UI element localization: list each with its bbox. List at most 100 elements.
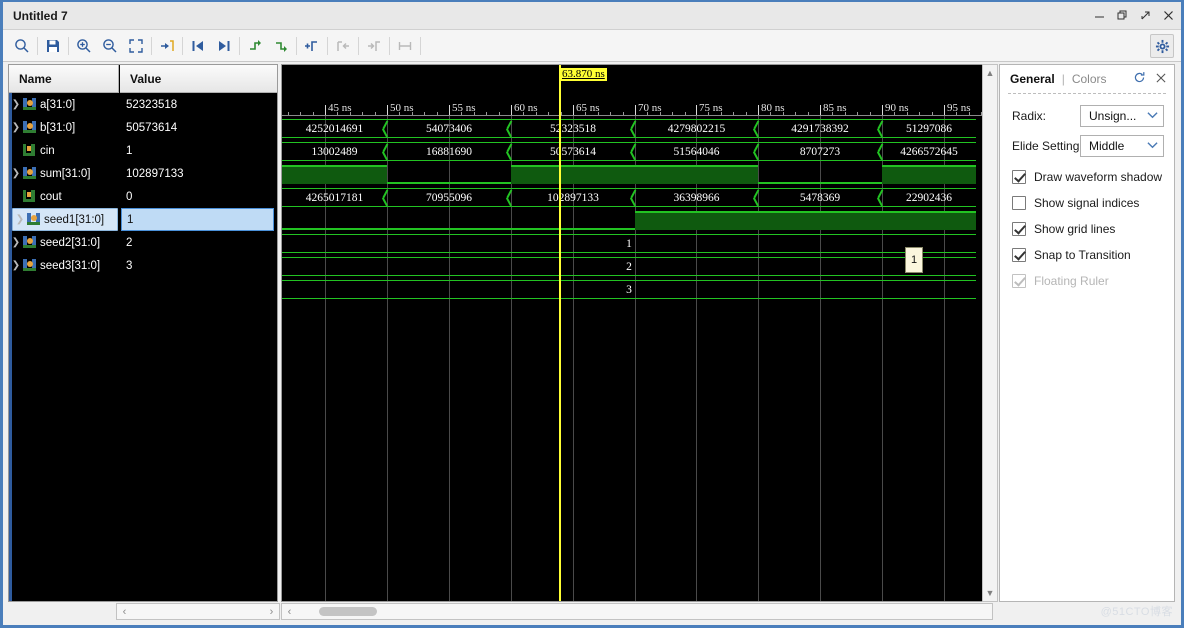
signal-row-b310[interactable]: ❯ b[31:0] 50573614 [9,116,277,139]
waveform-lane[interactable]: 13002489 16881690 50573614 51564046 8707273 4… [282,140,992,163]
gear-icon[interactable] [1150,34,1174,58]
waveform-lane[interactable]: 4252014691 54073406 52323518 4279802215 4291… [282,117,992,140]
search-icon[interactable] [9,34,35,58]
signal-row-seed2310[interactable]: ❯ seed2[31:0] 2 [9,231,277,254]
waveform-canvas[interactable]: 45 ns 50 ns 55 ns 60 ns 65 ns 70 ns 75 ns 80 ns… [282,65,992,601]
add-divider-icon[interactable] [299,34,325,58]
checkbox-draw-waveform-shadow[interactable]: Draw waveform shadow [1012,170,1162,184]
waveform-panel[interactable]: 45 ns 50 ns 55 ns 60 ns 65 ns 70 ns 75 ns 80 ns… [281,64,993,602]
zoom-in-icon[interactable] [71,34,97,58]
expand-chevron-icon[interactable]: ❯ [9,260,23,271]
waveform-scroll-left-arrow[interactable]: ‹ [282,604,297,619]
add-marker-icon[interactable] [242,34,268,58]
restore-icon[interactable] [1115,7,1129,23]
tab-colors[interactable]: Colors [1072,72,1107,86]
names-horizontal-scrollbar[interactable]: ‹ › [116,603,280,620]
checkbox-icon[interactable] [1012,222,1026,236]
checkbox-icon[interactable] [1012,170,1026,184]
signal-name-cell[interactable]: ❯ sum[31:0] [9,162,119,185]
minimize-icon[interactable] [1092,7,1106,23]
signal-name-cell[interactable]: ❯ seed1[31:0] [12,208,118,231]
signal-name-label: a[31:0] [40,98,76,111]
bus-value-segment: 4265017181 [282,188,387,207]
next-transition-icon[interactable] [211,34,237,58]
signal-row-sum310[interactable]: ❯ sum[31:0] 102897133 [9,162,277,185]
cursor-time-label: 63.870 ns [560,68,607,81]
signal-value-cell[interactable]: 102897133 [126,162,184,185]
tab-general[interactable]: General [1010,72,1055,86]
signal-row-a310[interactable]: ❯ a[31:0] 52323518 [9,93,277,116]
refresh-icon[interactable] [1133,71,1146,87]
settings-header: General | Colors [1000,65,1174,93]
signal-row-seed3310[interactable]: ❯ seed3[31:0] 3 [9,254,277,277]
waveform-lane[interactable] [282,163,992,186]
waveform-lane[interactable]: 2 [282,255,992,278]
close-icon[interactable] [1155,72,1167,87]
waveform-lane[interactable]: 1 [282,232,992,255]
toolbar-separator [420,36,421,55]
signal-name-cell[interactable]: cin [9,139,119,162]
elide-setting-select[interactable]: Middle [1080,135,1164,157]
bus-value-label: 3 [626,283,632,296]
checkbox-show-signal-indices[interactable]: Show signal indices [1012,196,1139,210]
waveform-horizontal-scrollbar[interactable]: ‹ [281,603,993,620]
maximize-icon[interactable] [1138,7,1152,23]
signal-row-seed1310[interactable]: ❯ seed1[31:0] 1 [9,208,277,231]
names-scroll-right-arrow[interactable]: › [264,604,279,619]
signal-value-cell[interactable]: 0 [126,185,132,208]
waveform-lane[interactable] [282,209,992,232]
settings-header-icons [1133,71,1167,87]
bus-value-label: 4291738392 [791,122,849,135]
column-header-name[interactable]: Name [9,65,119,93]
bus-value-segment: 2 [282,257,976,276]
waveform-scroll-thumb[interactable] [319,607,377,616]
zoom-fit-icon[interactable] [123,34,149,58]
ruler-tick-label: 90 ns [885,102,909,114]
measure-icon[interactable] [392,34,418,58]
waveform-lane[interactable]: 4265017181 70955096 102897133 36398966 54783… [282,186,992,209]
expand-chevron-icon[interactable]: ❯ [9,99,23,110]
checkbox-icon[interactable] [1012,196,1026,210]
signal-row-cout[interactable]: cout 0 [9,185,277,208]
signal-name-cell[interactable]: ❯ b[31:0] [9,116,119,139]
checkbox-show-grid-lines[interactable]: Show grid lines [1012,222,1115,236]
expand-chevron-icon[interactable]: ❯ [9,237,23,248]
previous-marker-icon[interactable] [330,34,356,58]
goto-cursor-icon[interactable] [154,34,180,58]
ruler-baseline [282,115,992,116]
signal-value-cell[interactable]: 2 [126,231,132,254]
signal-row-cin[interactable]: cin 1 [9,139,277,162]
waveform-lane[interactable]: 3 [282,278,992,301]
save-icon[interactable] [40,34,66,58]
close-icon[interactable] [1161,7,1175,23]
time-ruler[interactable]: 45 ns 50 ns 55 ns 60 ns 65 ns 70 ns 75 ns 80 ns… [282,98,992,116]
previous-transition-icon[interactable] [185,34,211,58]
signal-name-cell[interactable]: ❯ seed3[31:0] [9,254,119,277]
radix-select[interactable]: Unsign... [1080,105,1164,127]
zoom-out-icon[interactable] [97,34,123,58]
signal-value-cell[interactable]: 1 [126,139,132,162]
expand-chevron-icon[interactable]: ❯ [13,214,27,225]
waveform-vertical-scrollbar[interactable]: ▲ ▼ [982,64,998,602]
bus-value-label: 1 [626,237,632,250]
signal-value-cell[interactable]: 50573614 [126,116,177,139]
chevron-down-icon [1147,140,1158,152]
column-header-value[interactable]: Value [120,65,277,93]
signal-value-cell[interactable]: 1 [121,208,274,231]
scroll-up-arrow[interactable]: ▲ [983,66,997,80]
signal-value-cell[interactable]: 52323518 [126,93,177,116]
signal-name-cell[interactable]: ❯ a[31:0] [9,93,119,116]
checkbox-snap-to-transition[interactable]: Snap to Transition [1012,248,1131,262]
scroll-down-arrow[interactable]: ▼ [983,586,997,600]
bus-value-label: 13002489 [311,145,358,158]
remove-marker-icon[interactable] [268,34,294,58]
next-marker-icon[interactable] [361,34,387,58]
signal-name-cell[interactable]: ❯ seed2[31:0] [9,231,119,254]
names-scroll-left-arrow[interactable]: ‹ [117,604,132,619]
signal-value-cell[interactable]: 3 [126,254,132,277]
checkbox-icon[interactable] [1012,248,1026,262]
time-cursor[interactable] [559,65,561,601]
signal-name-cell[interactable]: cout [9,185,119,208]
expand-chevron-icon[interactable]: ❯ [9,122,23,133]
expand-chevron-icon[interactable]: ❯ [9,168,23,179]
